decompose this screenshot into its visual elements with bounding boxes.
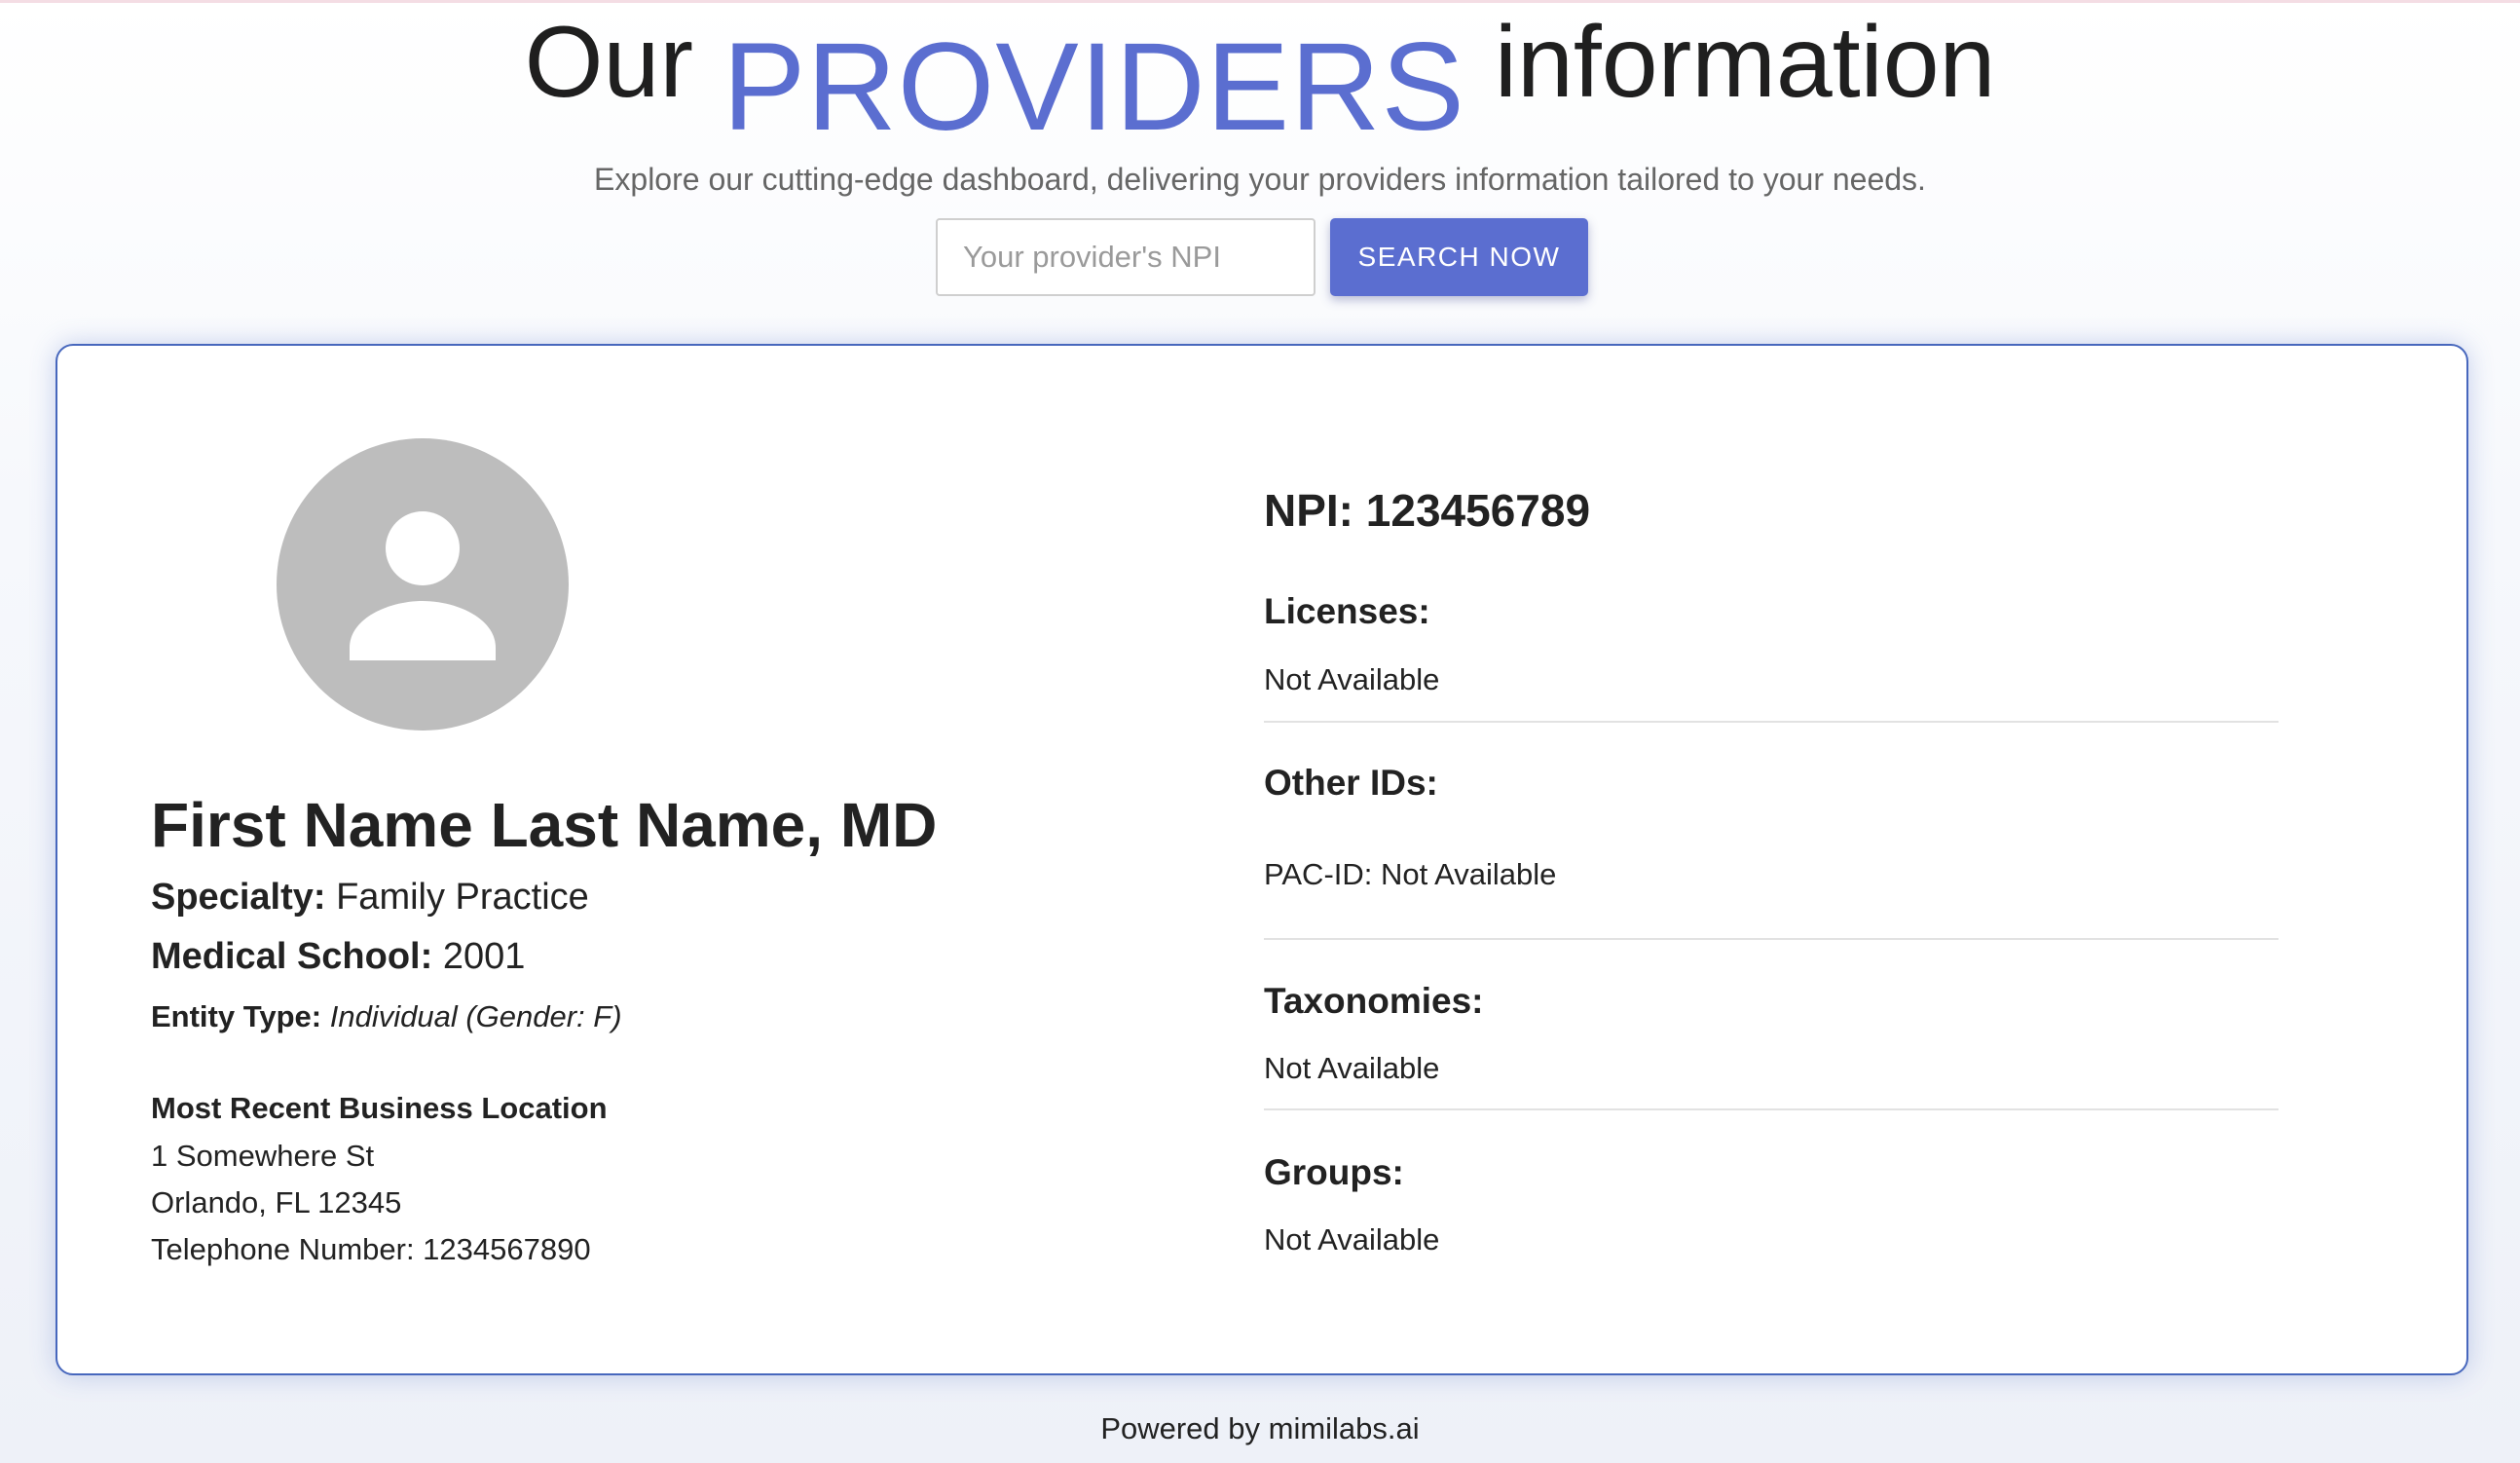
npi-search-input[interactable] xyxy=(936,218,1316,296)
page-subtitle: Explore our cutting-edge dashboard, deli… xyxy=(594,162,1926,197)
search-now-button[interactable]: SEARCH NOW xyxy=(1330,218,1588,296)
entity-type-line: Entity Type: Individual (Gender: F) xyxy=(151,999,622,1034)
other-ids-divider xyxy=(1264,938,2279,940)
specialty-label: Specialty: xyxy=(151,877,326,918)
entity-type-label: Entity Type: xyxy=(151,999,322,1033)
npi-heading: NPI: 123456789 xyxy=(1264,485,1591,536)
provider-card: First Name Last Name, MD Specialty: Fami… xyxy=(56,344,2468,1375)
specialty-value: Family Practice xyxy=(336,877,589,918)
title-word-information: information xyxy=(1494,6,1996,119)
business-location-heading: Most Recent Business Location xyxy=(151,1091,608,1125)
taxonomies-value: Not Available xyxy=(1264,1051,1440,1085)
provider-name: First Name Last Name, MD xyxy=(151,790,938,860)
specialty-line: Specialty: Family Practice xyxy=(151,877,589,919)
licenses-label: Licenses: xyxy=(1264,591,1430,631)
avatar xyxy=(277,438,569,731)
groups-value: Not Available xyxy=(1264,1222,1440,1257)
licenses-divider xyxy=(1264,721,2279,723)
other-ids-value: PAC-ID: Not Available xyxy=(1264,857,1557,891)
person-icon xyxy=(350,511,496,660)
groups-label: Groups: xyxy=(1264,1152,1404,1192)
taxonomies-divider xyxy=(1264,1108,2279,1110)
medical-school-line: Medical School: 2001 xyxy=(151,936,525,978)
address-line-1: 1 Somewhere St xyxy=(151,1139,375,1173)
top-border-line xyxy=(0,0,2520,3)
other-ids-label: Other IDs: xyxy=(1264,763,1438,803)
footer-powered-by: Powered by mimilabs.ai xyxy=(1100,1411,1420,1445)
licenses-value: Not Available xyxy=(1264,662,1440,696)
address-line-2: Orlando, FL 12345 xyxy=(151,1185,402,1219)
medical-school-label: Medical School: xyxy=(151,936,433,977)
title-word-providers: PROVIDERS xyxy=(722,18,1465,157)
taxonomies-label: Taxonomies: xyxy=(1264,981,1484,1021)
entity-type-value: Individual (Gender: F) xyxy=(329,999,622,1033)
telephone-number: Telephone Number: 1234567890 xyxy=(151,1232,591,1266)
title-word-our: Our xyxy=(524,6,693,119)
medical-school-value: 2001 xyxy=(442,936,526,977)
page-title: Our PROVIDERS information xyxy=(0,12,2520,150)
